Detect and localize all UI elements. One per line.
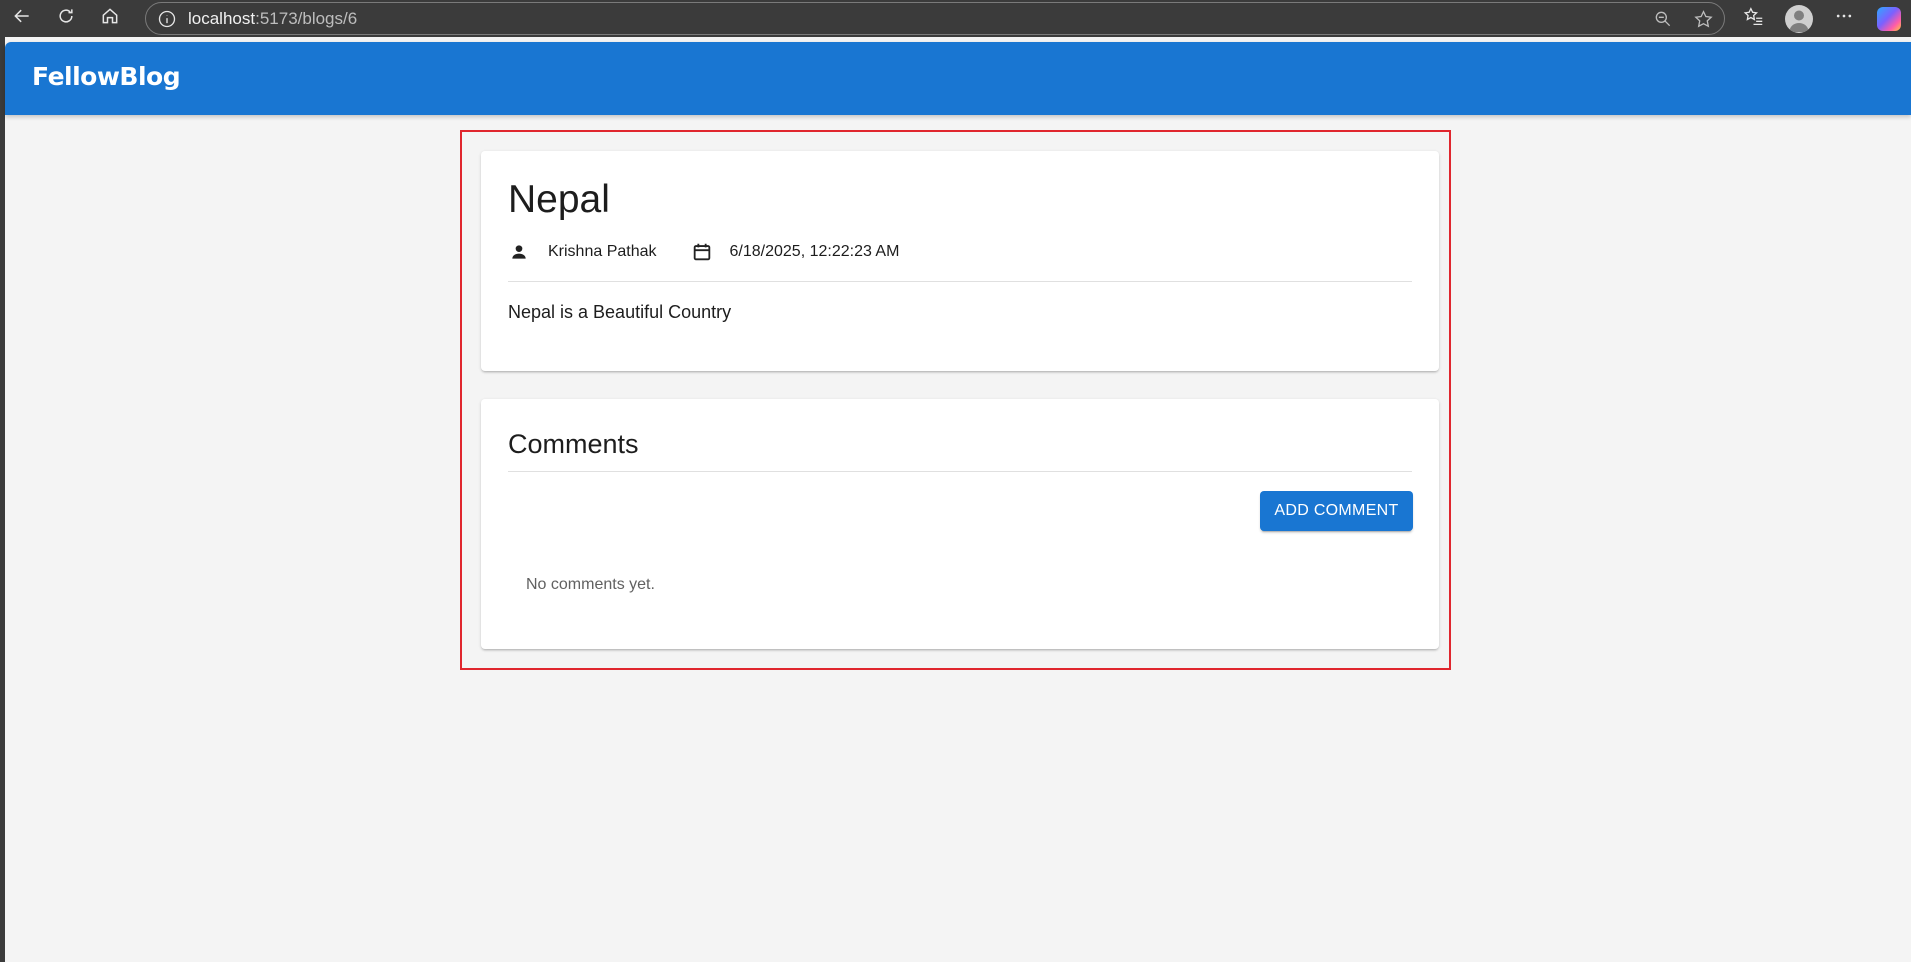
- star-icon[interactable]: [1692, 8, 1714, 30]
- home-icon: [100, 6, 120, 31]
- browser-toolbar: localhost:5173/blogs/6: [0, 0, 1911, 37]
- info-icon[interactable]: [156, 8, 178, 30]
- brand-logo[interactable]: FellowBlog: [32, 62, 181, 91]
- zoom-out-icon[interactable]: [1652, 8, 1674, 30]
- post-meta: Krishna Pathak 6/18/2025, 12:22:23 AM: [508, 239, 899, 265]
- copilot-icon: [1876, 6, 1901, 31]
- post-date: 6/18/2025, 12:22:23 AM: [729, 243, 900, 260]
- post-author: Krishna Pathak: [548, 243, 657, 260]
- more-button[interactable]: [1821, 0, 1866, 37]
- copilot-button[interactable]: [1866, 0, 1911, 37]
- comments-title: Comments: [508, 429, 639, 459]
- reload-icon: [56, 6, 76, 31]
- no-comments-text: No comments yet.: [526, 576, 655, 593]
- calendar-icon: [691, 241, 713, 263]
- reload-button[interactable]: [44, 0, 88, 37]
- url-host: localhost: [188, 8, 256, 28]
- post-title: Nepal: [508, 178, 610, 221]
- arrow-left-icon: [12, 6, 32, 31]
- favorites-button[interactable]: [1731, 0, 1776, 37]
- profile-button[interactable]: [1776, 0, 1821, 37]
- more-icon: [1834, 6, 1854, 31]
- profile-icon: [1784, 4, 1813, 33]
- url-path: :5173/blogs/6: [255, 8, 358, 28]
- post-divider: [508, 281, 1412, 282]
- add-comment-button[interactable]: ADD COMMENT: [1260, 491, 1413, 531]
- app-bar: FellowBlog: [5, 42, 1911, 115]
- home-button[interactable]: [88, 0, 132, 37]
- url-text: localhost:5173/blogs/6: [188, 9, 357, 29]
- post-card: Nepal Krishna Pathak 6/18/2025, 12:22:23…: [481, 151, 1439, 371]
- comments-divider: [508, 471, 1412, 472]
- comments-card: Comments ADD COMMENT No comments yet.: [481, 399, 1439, 649]
- favorites-list-icon: [1743, 6, 1764, 32]
- back-button[interactable]: [0, 0, 44, 37]
- person-icon: [508, 241, 530, 263]
- post-body: Nepal is a Beautiful Country: [508, 302, 732, 322]
- window-border: [0, 37, 5, 962]
- address-bar[interactable]: localhost:5173/blogs/6: [145, 2, 1725, 35]
